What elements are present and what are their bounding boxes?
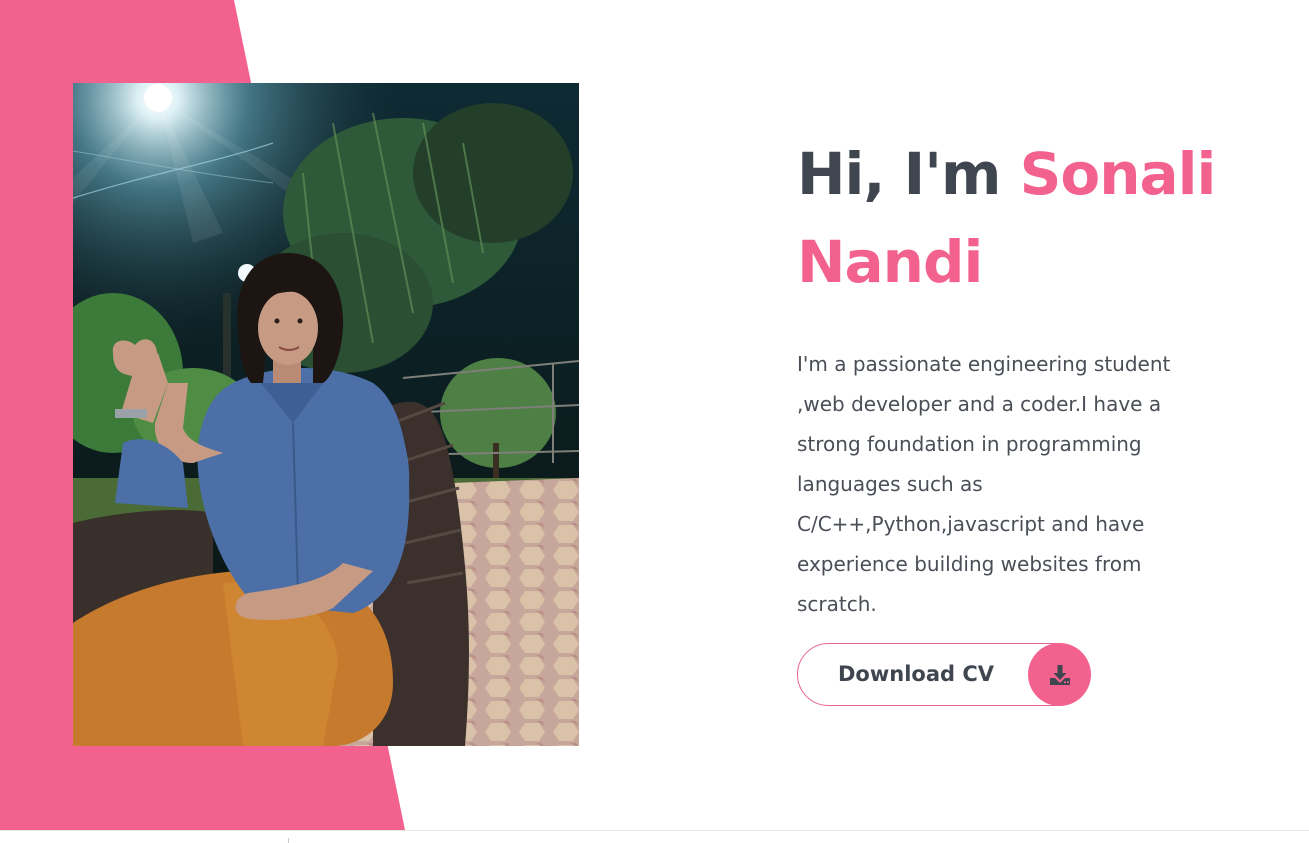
intro-line: strong foundation in programming (797, 432, 1142, 456)
first-name: Sonali (1019, 140, 1217, 208)
last-name: Nandi (797, 228, 983, 296)
portfolio-hero-page: Hi, I'm Sonali Nandi I'm a passionate en… (0, 0, 1309, 843)
intro-line: C/C++,Python,javascript and have (797, 512, 1145, 536)
download-cv-label: Download CV (838, 662, 995, 686)
download-icon[interactable] (1028, 643, 1091, 706)
hero-text-block: Hi, I'm Sonali Nandi I'm a passionate en… (797, 130, 1237, 624)
intro-line: languages such as (797, 472, 983, 496)
intro-line: I'm a passionate engineering student (797, 352, 1171, 376)
bottom-divider (0, 830, 1309, 831)
intro-line: scratch. (797, 592, 877, 616)
divider-tick (288, 838, 289, 843)
greeting-text: Hi, I'm (797, 140, 1001, 208)
intro-line: ,web developer and a coder.I have a (797, 392, 1162, 416)
profile-photo-illustration (73, 83, 579, 746)
download-cv-button[interactable]: Download CV (797, 643, 1091, 706)
hero-heading: Hi, I'm Sonali Nandi (797, 130, 1237, 306)
intro-paragraph: I'm a passionate engineering student ,we… (797, 344, 1237, 624)
intro-line: experience building websites from (797, 552, 1142, 576)
download-icon-glyph (1049, 664, 1070, 685)
profile-photo (73, 83, 579, 746)
